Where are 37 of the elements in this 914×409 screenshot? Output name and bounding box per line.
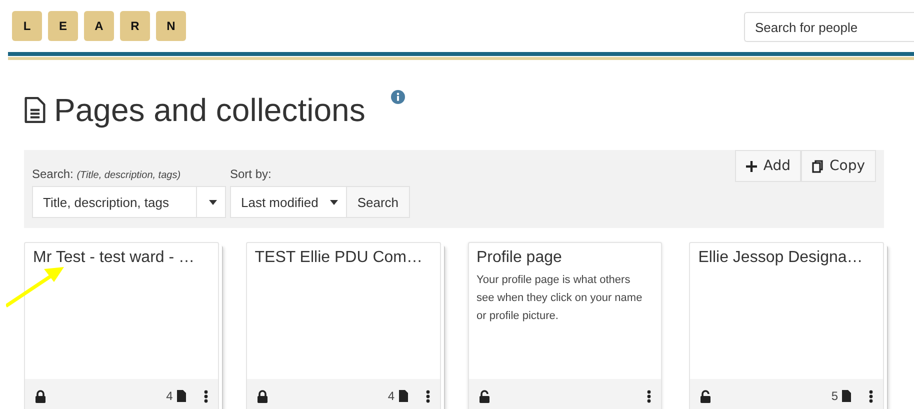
caret-icon bbox=[330, 200, 338, 204]
more-options-icon[interactable] bbox=[204, 390, 208, 402]
logo-letter: R bbox=[120, 11, 150, 41]
card-title[interactable]: Mr Test - test ward - … bbox=[33, 249, 210, 267]
card-title[interactable]: Ellie Jessop Designa… bbox=[698, 249, 875, 267]
card-title[interactable]: Profile page bbox=[476, 249, 654, 267]
caret-icon bbox=[209, 200, 217, 204]
page-title: Pages and collections bbox=[54, 92, 366, 128]
page-card[interactable]: Profile page Your profile page is what others see when they click on your name or profile picture. bbox=[468, 242, 662, 409]
page-icon bbox=[398, 390, 408, 402]
add-button[interactable]: Add bbox=[735, 150, 802, 182]
sort-dropdown[interactable]: Last modified bbox=[230, 186, 348, 218]
copy-button[interactable]: Copy bbox=[801, 150, 876, 182]
sort-label: Sort by: bbox=[230, 167, 272, 181]
search-label: Search: (Title, description, tags) bbox=[32, 167, 182, 181]
page-count: 4 bbox=[388, 389, 394, 403]
logo-letter: A bbox=[84, 11, 114, 41]
more-options-icon[interactable] bbox=[647, 390, 652, 402]
logo-letter: E bbox=[48, 11, 78, 41]
logo-letter: N bbox=[156, 11, 186, 41]
page-count: 4 bbox=[166, 389, 173, 403]
search-field[interactable]: Search for people bbox=[744, 12, 914, 42]
page-icon bbox=[842, 390, 851, 402]
annotation-arrow bbox=[6, 264, 64, 308]
card-title[interactable]: TEST Ellie PDU Com… bbox=[254, 249, 432, 267]
info-icon[interactable] bbox=[391, 90, 406, 104]
plus-icon bbox=[746, 160, 758, 172]
more-options-icon[interactable] bbox=[869, 390, 873, 402]
page-count: 5 bbox=[831, 389, 838, 403]
document-icon bbox=[24, 96, 46, 124]
page-icon bbox=[176, 390, 186, 402]
search-scope-dropdown[interactable]: Title, description, tags bbox=[32, 186, 226, 218]
more-options-icon[interactable] bbox=[426, 390, 430, 402]
copy-icon bbox=[812, 160, 824, 172]
logo-letter: L bbox=[12, 11, 42, 41]
search-button[interactable]: Search bbox=[347, 186, 410, 218]
card-description: Your profile page is what others see when they click on your name or profile picture. bbox=[476, 273, 644, 324]
